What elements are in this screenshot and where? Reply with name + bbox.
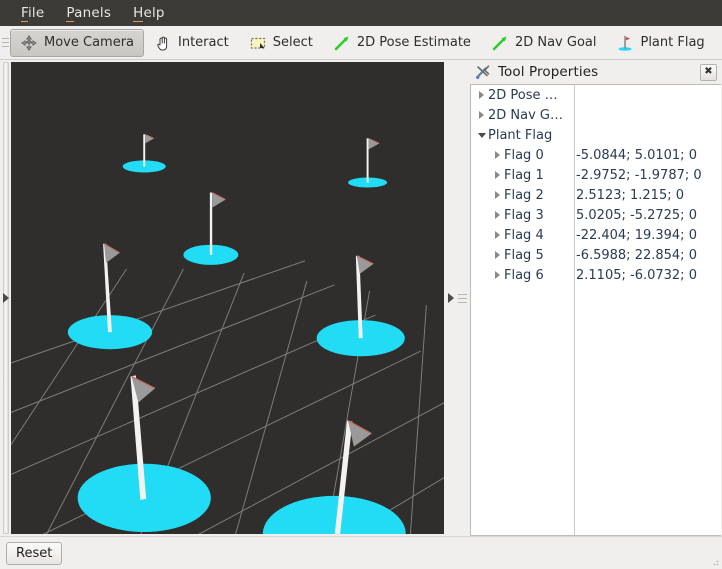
main-area: Tool Properties ✖ 2D Pose … 2D Nav G… Pl… — [0, 60, 722, 536]
tree-item-flag-1-label: Flag 1 — [504, 167, 544, 183]
tree-item-flag-6[interactable]: Flag 6 2.1105; -6.0732; 0 — [471, 265, 721, 285]
tool-button-plant-flag-label: Plant Flag — [640, 35, 705, 50]
right-splitter-grip — [457, 293, 467, 303]
tree-item-flag-1[interactable]: Flag 1 -2.9752; -1.9787; 0 — [471, 165, 721, 185]
tree-item-2d-pose-label: 2D Pose … — [488, 87, 558, 103]
tree-item-flag-0-value: -5.0844; 5.0101; 0 — [576, 147, 697, 163]
right-splitter-handle[interactable] — [447, 293, 467, 303]
tree-item-2d-nav-goal[interactable]: 2D Nav G… — [471, 105, 721, 125]
tree-item-plant-flag[interactable]: Plant Flag — [471, 125, 721, 145]
chevron-right-icon[interactable] — [491, 251, 504, 259]
tool-properties-title-bar: Tool Properties ✖ — [470, 60, 721, 84]
tree-item-flag-2-label: Flag 2 — [504, 187, 544, 203]
right-panel-splitter[interactable] — [444, 60, 470, 536]
close-glyph: ✖ — [704, 66, 713, 77]
reset-button[interactable]: Reset — [6, 541, 63, 565]
resize-grip-icon[interactable] — [708, 555, 720, 567]
viewport-background — [11, 62, 444, 534]
tool-button-interact-label: Interact — [178, 35, 229, 50]
tool-properties-panel: Tool Properties ✖ 2D Pose … 2D Nav G… Pl… — [470, 60, 722, 536]
chevron-right-icon[interactable] — [491, 191, 504, 199]
chevron-right-icon[interactable] — [491, 171, 504, 179]
collapse-left-icon[interactable] — [2, 293, 9, 303]
menu-help[interactable]: Help — [122, 3, 176, 23]
tree-item-flag-5-value: -6.5988; 22.854; 0 — [576, 247, 697, 263]
tree-item-plant-flag-label: Plant Flag — [488, 127, 553, 143]
render-view-container — [11, 60, 444, 536]
chevron-right-icon[interactable] — [475, 91, 488, 99]
status-bar: Reset — [0, 536, 722, 569]
tree-item-flag-4-value: -22.404; 19.394; 0 — [576, 227, 697, 243]
render-view-canvas — [11, 62, 444, 534]
tool-button-interact[interactable]: Interact — [144, 29, 239, 57]
chevron-down-icon[interactable] — [475, 132, 488, 138]
tree-item-2d-nav-goal-label: 2D Nav G… — [488, 107, 564, 123]
tree-item-flag-4[interactable]: Flag 4 -22.404; 19.394; 0 — [471, 225, 721, 245]
tool-button-move-camera[interactable]: Move Camera — [10, 28, 145, 57]
tool-button-plant-flag[interactable]: Plant Flag — [606, 29, 714, 57]
add-tool-button[interactable] — [715, 29, 722, 57]
pose-arrow-icon — [334, 36, 349, 50]
tree-item-flag-5-label: Flag 5 — [504, 247, 544, 263]
tool-button-2d-pose-estimate[interactable]: 2D Pose Estimate — [323, 29, 481, 57]
chevron-right-icon[interactable] — [491, 211, 504, 219]
close-icon[interactable]: ✖ — [700, 63, 717, 81]
tool-button-move-camera-label: Move Camera — [44, 35, 135, 50]
tree-item-flag-6-value: 2.1105; -6.0732; 0 — [576, 267, 697, 283]
menu-panels-mnemonic: P — [66, 5, 75, 22]
tree-item-flag-3-label: Flag 3 — [504, 207, 544, 223]
chevron-right-icon[interactable] — [491, 271, 504, 279]
chevron-right-icon[interactable] — [491, 151, 504, 159]
tree-item-flag-2-value: 2.5123; 1.215; 0 — [576, 187, 684, 203]
tool-toolbar: Move Camera Interact Select 2D Pose Esti… — [0, 26, 722, 60]
menu-file[interactable]: File — [10, 3, 55, 23]
tree-item-flag-3[interactable]: Flag 3 5.0205; -5.2725; 0 — [471, 205, 721, 225]
tree-item-flag-0[interactable]: Flag 0 -5.0844; 5.0101; 0 — [471, 145, 721, 165]
menu-bar: File Panels Help — [0, 0, 722, 26]
menu-panels[interactable]: Panels — [55, 3, 122, 23]
tool-button-2d-nav-goal-label: 2D Nav Goal — [514, 35, 597, 50]
menu-file-rest: ile — [27, 5, 45, 21]
tree-item-flag-5[interactable]: Flag 5 -6.5988; 22.854; 0 — [471, 245, 721, 265]
tree-rows: 2D Pose … 2D Nav G… Plant Flag Flag 0 -5… — [471, 85, 721, 535]
tool-button-2d-pose-estimate-label: 2D Pose Estimate — [356, 35, 471, 50]
tool-button-select[interactable]: Select — [239, 29, 323, 57]
tool-properties-icon — [475, 64, 490, 79]
tree-item-2d-pose[interactable]: 2D Pose … — [471, 85, 721, 105]
tree-item-flag-3-value: 5.0205; -5.2725; 0 — [576, 207, 697, 223]
toolbar-right-group — [715, 29, 722, 57]
menu-panels-rest: anels — [74, 5, 112, 21]
tree-item-flag-4-label: Flag 4 — [504, 227, 544, 243]
render-view-3d[interactable] — [11, 62, 444, 534]
move-camera-icon — [21, 34, 37, 51]
tool-properties-title: Tool Properties — [498, 64, 599, 80]
menu-file-mnemonic: F — [21, 5, 28, 22]
chevron-right-icon[interactable] — [491, 231, 504, 239]
tree-item-flag-6-label: Flag 6 — [504, 267, 544, 283]
collapse-right-icon[interactable] — [447, 293, 454, 303]
plant-flag-icon — [618, 35, 632, 51]
menu-help-mnemonic: H — [133, 5, 144, 22]
menu-help-rest: elp — [143, 5, 165, 21]
chevron-right-icon[interactable] — [475, 111, 488, 119]
left-panel-splitter[interactable] — [0, 60, 11, 536]
toolbar-drag-handle[interactable] — [2, 30, 9, 56]
tree-item-flag-2[interactable]: Flag 2 2.5123; 1.215; 0 — [471, 185, 721, 205]
nav-goal-arrow-icon — [492, 36, 507, 50]
tree-item-flag-1-value: -2.9752; -1.9787; 0 — [576, 167, 702, 183]
reset-button-label: Reset — [16, 545, 53, 561]
rviz-window: File Panels Help Move Camera Interact Se… — [0, 0, 722, 569]
tool-properties-tree[interactable]: 2D Pose … 2D Nav G… Plant Flag Flag 0 -5… — [470, 84, 721, 536]
tool-button-select-label: Select — [272, 35, 313, 50]
tool-button-2d-nav-goal[interactable]: 2D Nav Goal — [481, 29, 607, 57]
tree-item-flag-0-label: Flag 0 — [504, 147, 544, 163]
select-rectangle-icon — [250, 37, 265, 49]
interact-hand-icon — [157, 36, 168, 50]
